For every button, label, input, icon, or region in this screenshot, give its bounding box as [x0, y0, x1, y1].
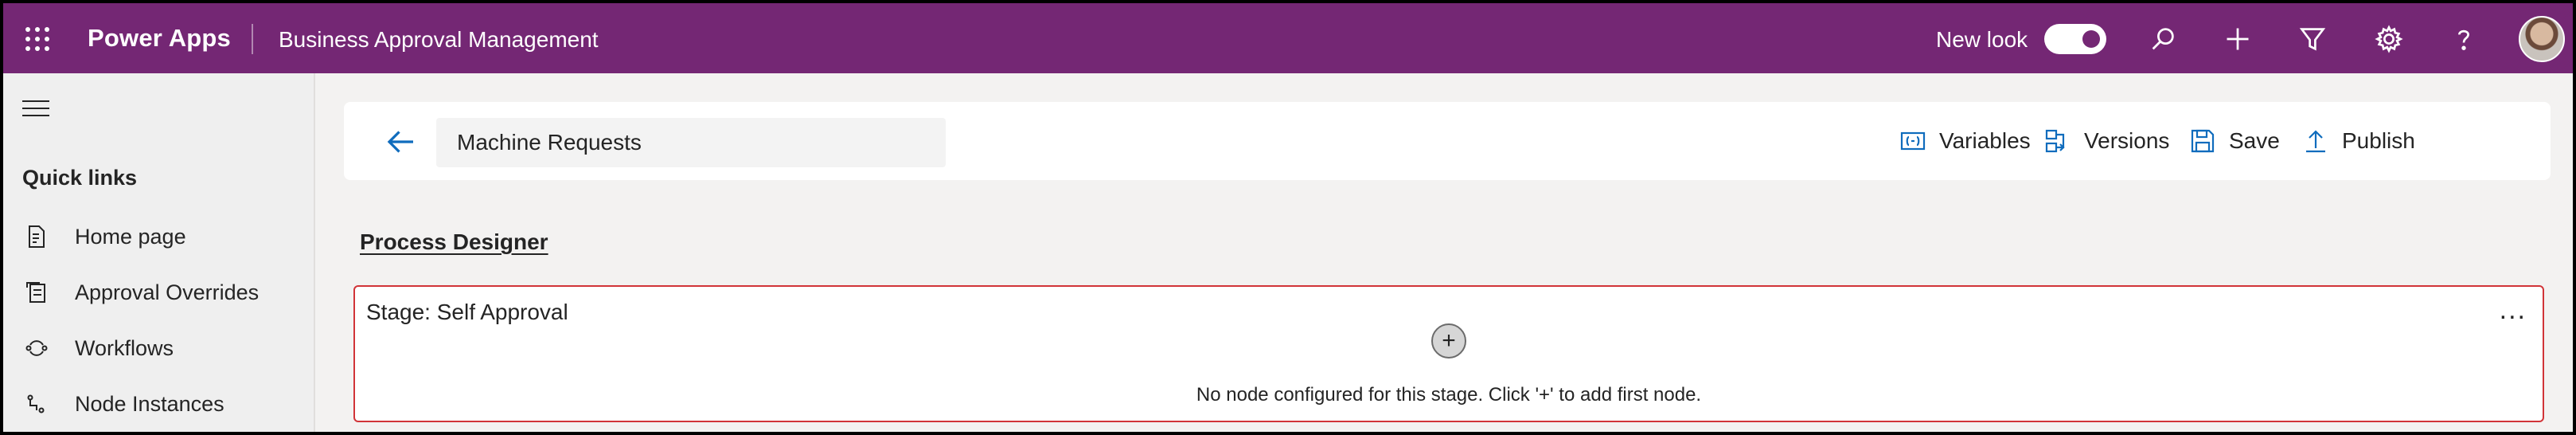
waffle-icon[interactable] [25, 27, 49, 51]
workflow-icon [22, 334, 51, 362]
hamburger-menu-icon[interactable] [22, 100, 49, 123]
publish-label: Publish [2342, 128, 2415, 153]
sidebar-item-label: Home page [75, 224, 186, 249]
sidebar-item-label: Workflows [75, 335, 174, 360]
sidebar: Quick links Home page Approval Overrides… [3, 73, 315, 432]
variables-button[interactable]: Variables [1899, 123, 2031, 159]
document-icon [22, 222, 51, 251]
sidebar-item-label: Approval Overrides [75, 280, 260, 304]
publish-icon [2306, 130, 2325, 153]
sidebar-item-home-page[interactable]: Home page [22, 217, 309, 257]
plus-icon[interactable] [2221, 22, 2254, 56]
sidebar-item-label: Node Instances [75, 391, 224, 416]
settings-icon[interactable] [2372, 22, 2406, 56]
top-bar: Power Apps Business Approval Management … [3, 3, 2573, 73]
header-divider [252, 24, 253, 54]
versions-icon [2045, 129, 2065, 153]
add-node-button[interactable]: + [1431, 323, 1466, 359]
sidebar-item-workflows[interactable]: Workflows [22, 328, 309, 368]
search-icon[interactable] [2146, 22, 2180, 56]
more-options-icon[interactable]: ... [2500, 295, 2527, 326]
process-name-input[interactable] [436, 118, 946, 167]
sidebar-item-approval-overrides[interactable]: Approval Overrides [22, 272, 309, 312]
stage-title: Stage: Self Approval [366, 300, 568, 324]
versions-label: Versions [2084, 128, 2170, 153]
publish-button[interactable]: Publish [2302, 123, 2415, 159]
new-look-toggle[interactable] [2044, 24, 2106, 54]
overrides-icon [22, 278, 51, 307]
save-icon [2191, 129, 2215, 153]
variables-label: Variables [1939, 128, 2031, 153]
app-window: Power Apps Business Approval Management … [3, 3, 2573, 432]
stage-card[interactable]: Stage: Self Approval ... + No node confi… [353, 285, 2544, 422]
process-designer-tab[interactable]: Process Designer [360, 229, 548, 255]
save-label: Save [2229, 128, 2280, 153]
help-icon[interactable] [2447, 22, 2480, 56]
node-instances-icon [22, 390, 51, 418]
new-look-label: New look [1936, 27, 2028, 52]
versions-button[interactable]: Versions [2044, 123, 2169, 159]
empty-stage-message: No node configured for this stage. Click… [1196, 384, 1702, 406]
back-arrow-icon[interactable] [385, 126, 417, 158]
header-card: Variables Versions Save Publish [344, 102, 2551, 180]
avatar[interactable] [2519, 16, 2565, 62]
sidebar-item-node-instances[interactable]: Node Instances [22, 384, 309, 424]
quick-links-heading: Quick links [22, 166, 138, 190]
brand-name[interactable]: Power Apps [88, 24, 231, 53]
filter-icon[interactable] [2296, 22, 2329, 56]
app-name[interactable]: Business Approval Management [279, 27, 599, 53]
save-button[interactable]: Save [2189, 123, 2280, 159]
variables-icon [1900, 131, 1926, 151]
